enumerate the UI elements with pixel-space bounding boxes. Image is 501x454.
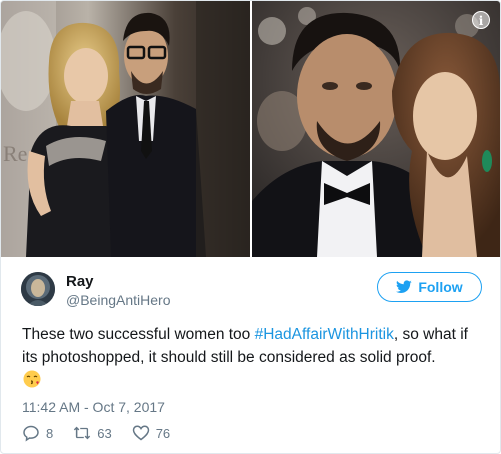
info-icon[interactable]: i xyxy=(472,11,490,29)
photo-couple-closeup xyxy=(252,1,500,257)
retweet-icon xyxy=(74,426,91,440)
tweet-actions: 8 63 76 xyxy=(22,424,190,442)
tweet-text-before: These two successful women too xyxy=(22,326,255,343)
reply-count: 8 xyxy=(46,425,54,441)
tweet-header: Ray @BeingAntiHero Follow xyxy=(1,257,500,313)
hashtag-link[interactable]: #HadAffairWithHritik xyxy=(255,326,394,343)
retweet-count: 63 xyxy=(97,425,112,441)
media-photo-right[interactable] xyxy=(252,1,500,257)
heart-icon xyxy=(132,425,149,441)
like-button[interactable]: 76 xyxy=(132,424,170,442)
author-handle[interactable]: @BeingAntiHero xyxy=(66,292,171,308)
retweet-button[interactable]: 63 xyxy=(73,424,112,442)
follow-label: Follow xyxy=(418,279,463,295)
backdrop-letters: Re xyxy=(3,141,27,166)
author-name[interactable]: Ray xyxy=(66,273,94,290)
tweet-timestamp[interactable]: 11:42 AM - Oct 7, 2017 xyxy=(22,399,165,415)
twitter-bird-icon xyxy=(396,280,413,293)
media-photo-left[interactable]: Re xyxy=(1,1,250,257)
tweet-text: These two successful women too #HadAffai… xyxy=(22,323,482,369)
kissing-face-emoji-icon xyxy=(23,370,41,388)
photo-couple-red-carpet: Re xyxy=(1,1,250,257)
tweet-card: Re i Ray @BeingAntiHero Follow These two… xyxy=(0,0,501,454)
tweet-media[interactable]: Re i xyxy=(1,1,500,257)
follow-button[interactable]: Follow xyxy=(377,272,482,302)
like-count: 76 xyxy=(155,425,171,441)
reply-icon xyxy=(23,425,39,442)
avatar[interactable] xyxy=(21,272,55,306)
avatar-hooded-figure-icon xyxy=(21,272,55,306)
reply-button[interactable]: 8 xyxy=(22,424,53,442)
